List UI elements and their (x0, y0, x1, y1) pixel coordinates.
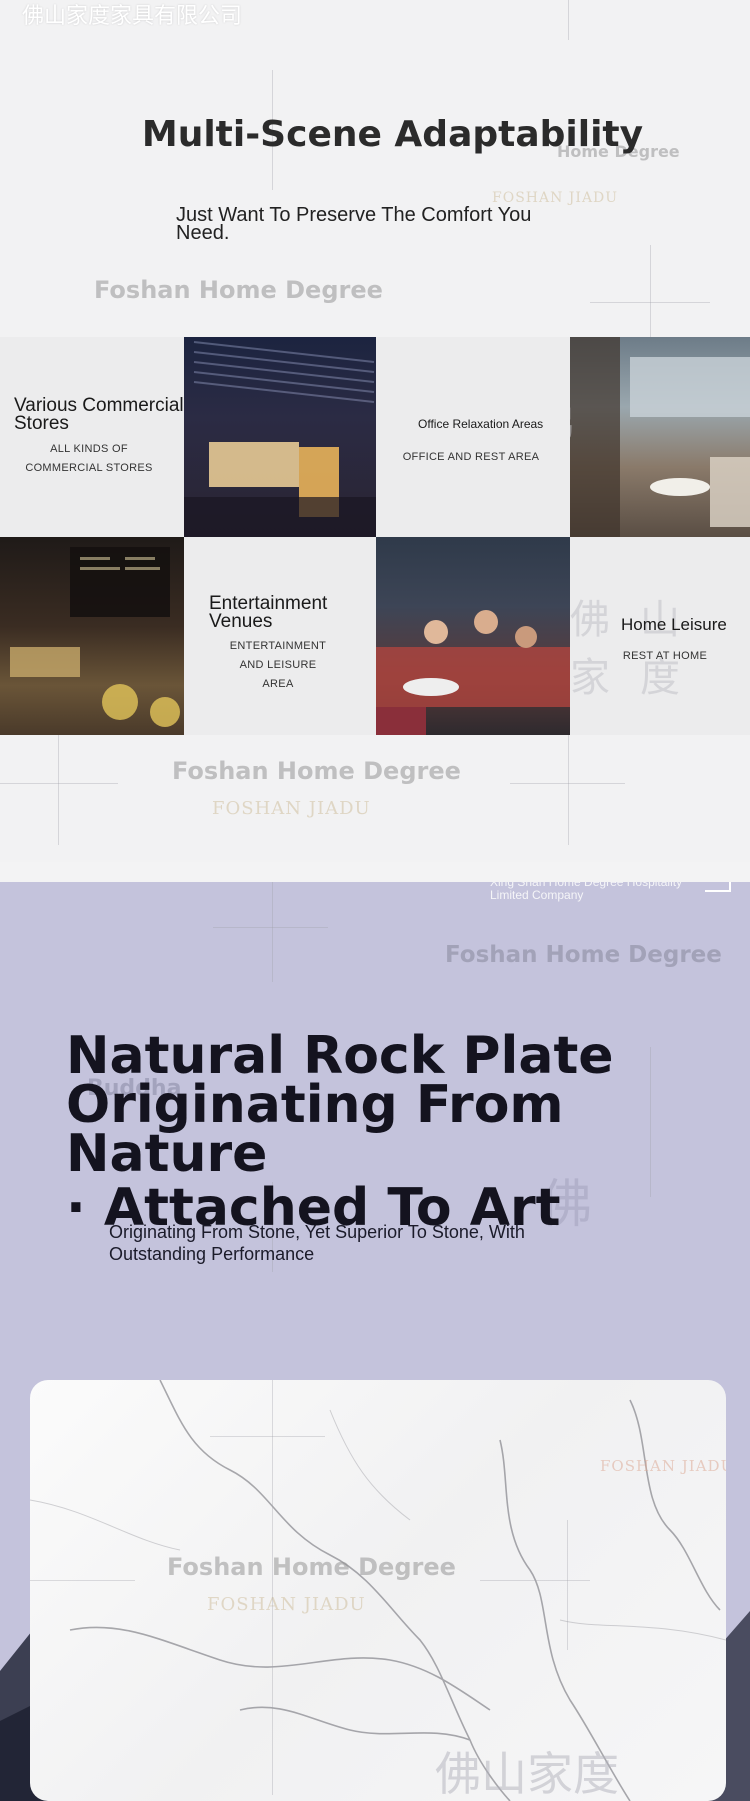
scene-heading: Various Commercial Stores (14, 395, 184, 434)
scene-tile-home: 佛山家度 Home Leisure REST AT HOME (570, 537, 750, 735)
scene-caption: ALL KINDS OF COMMERCIAL STORES (25, 443, 153, 474)
guide-line (58, 735, 59, 845)
cafe-photo (0, 537, 184, 735)
section-subtitle: Originating From Stone, Yet Superior To … (109, 1222, 525, 1264)
brand-sub-watermark: FOSHAN JIADU (207, 1594, 366, 1615)
bar-photo-illustration (184, 341, 376, 537)
cn-watermark: 佛山家度 (570, 597, 710, 701)
marble-slab-image: Foshan Home Degree FOSHAN JIADU FOSHAN J… (30, 1380, 726, 1801)
scene-tile-office: Office Relaxation Areas OFFICE AND REST … (376, 337, 570, 537)
guide-line (210, 1436, 325, 1437)
home-photo-illustration (570, 337, 750, 537)
brand-watermark: Foshan Home Degree (94, 276, 383, 304)
bar-photo (184, 337, 376, 537)
guide-line (480, 1580, 590, 1581)
home-photo: 佛 (570, 337, 750, 537)
scene-caption: ENTERTAINMENT AND LEISURE AREA (229, 640, 327, 690)
guide-line (30, 1580, 135, 1581)
company-name-en: Xing Shan Home Degree Hospitality Limite… (490, 882, 683, 902)
multi-scene-section: Foshan Home Degree Home Degree FOSHAN JI… (0, 0, 750, 862)
guide-line (272, 1380, 273, 1795)
guide-line (213, 927, 328, 928)
scene-heading: Home Leisure (621, 615, 727, 634)
brand-watermark: Foshan Home Degree (445, 942, 722, 968)
page-subtitle: Just Want To Preserve The Comfort You Ne… (176, 204, 532, 244)
scene-heading: Entertainment Venues (209, 593, 328, 632)
guide-line (567, 1520, 568, 1650)
guide-line (272, 882, 273, 982)
title-line: Natural Rock Plate (66, 1026, 614, 1086)
scene-caption: REST AT HOME (622, 650, 708, 662)
guide-line (568, 0, 569, 40)
cn-watermark: 佛山家度 (435, 1747, 619, 1801)
brand-sub-watermark: FOSHAN JIADU (600, 1457, 726, 1475)
section-title: Natural Rock Plate Originating From Natu… (66, 1026, 750, 1234)
frame-corner-icon (705, 882, 731, 892)
marble-veins-illustration (30, 1380, 726, 1801)
scene-caption: OFFICE AND REST AREA (402, 451, 540, 463)
guide-line (0, 783, 118, 784)
cafe-photo-illustration (10, 547, 180, 727)
brand-sub-watermark: FOSHAN JIADU (212, 798, 371, 819)
scene-tile-commercial: Various Commercial Stores ALL KINDS OF C… (0, 337, 184, 537)
office-photo-illustration (376, 610, 570, 735)
brand-watermark: Foshan Home Degree (172, 757, 461, 785)
scene-tile-entertainment: Entertainment Venues ENTERTAINMENT AND L… (184, 537, 376, 735)
office-photo (376, 537, 570, 735)
page-title: Multi-Scene Adaptability (141, 114, 644, 155)
natural-rock-plate-section: Xing Shan Home Degree Hospitality Limite… (0, 882, 750, 1801)
brand-watermark: Foshan Home Degree (167, 1553, 456, 1581)
guide-line (568, 735, 569, 845)
scene-heading: Office Relaxation Areas (418, 417, 544, 431)
cn-watermark: 佛 (570, 387, 574, 451)
title-line: Originating From Nature (66, 1075, 564, 1184)
company-name: 佛山家度家具有限公司 (22, 4, 243, 29)
